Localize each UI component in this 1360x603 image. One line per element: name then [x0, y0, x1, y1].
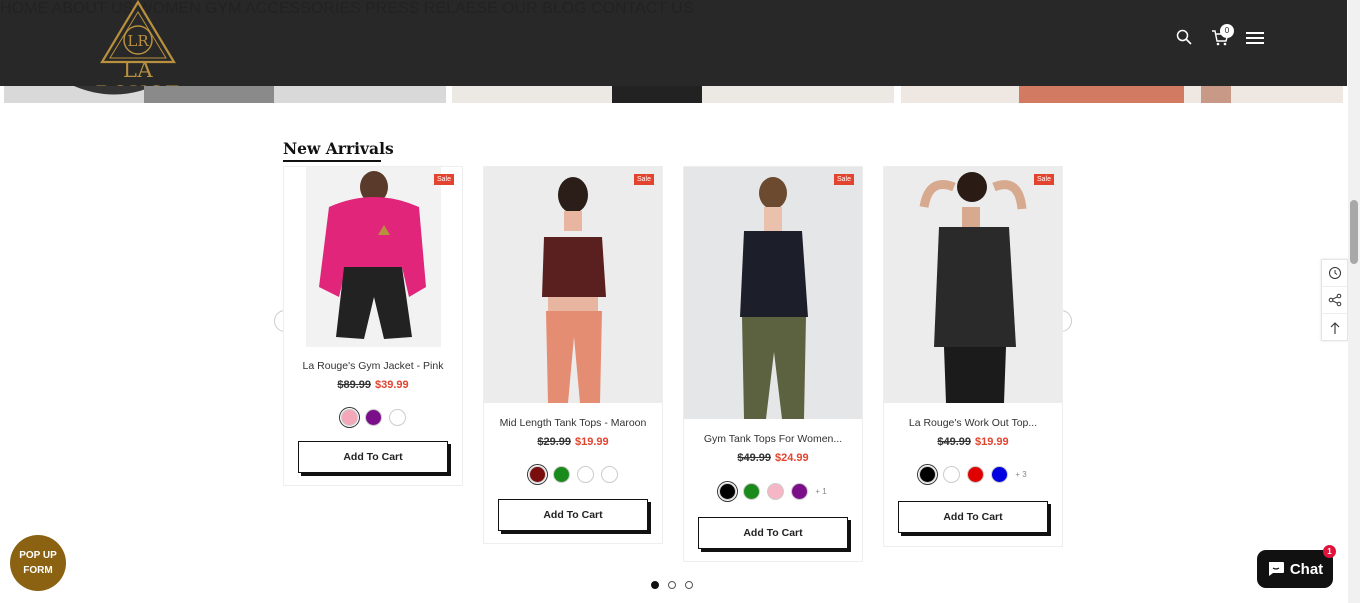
- popup-form-label: POP UP FORM: [19, 550, 57, 576]
- nav-gym-accessories[interactable]: GYM ACCESSORIES: [205, 0, 361, 17]
- old-price: $49.99: [737, 452, 771, 464]
- add-to-cart-button[interactable]: Add To Cart: [298, 441, 448, 473]
- product-image[interactable]: [884, 167, 1062, 403]
- history-icon: [1328, 267, 1341, 279]
- nav-contact-us[interactable]: CONTACT US: [591, 0, 694, 17]
- product-card[interactable]: Sale Gym Tank Tops For Women... $49.99 $2…: [683, 166, 863, 562]
- menu-icon[interactable]: [1246, 31, 1264, 45]
- main-nav: HOME ABOUT US WOMEN GYM ACCESSORIES PRES…: [0, 0, 1347, 18]
- chat-label: Chat: [1289, 560, 1324, 578]
- add-to-cart-button[interactable]: Add To Cart: [898, 501, 1048, 533]
- carousel-dot-3[interactable]: [685, 581, 693, 589]
- swatch-pink[interactable]: [340, 409, 358, 426]
- chat-notification-badge: 1: [1323, 545, 1336, 558]
- side-toolbar: [1321, 259, 1348, 341]
- carousel-dots: [651, 581, 693, 589]
- color-swatches: [484, 466, 662, 483]
- product-price: $89.99 $39.99: [284, 379, 462, 391]
- swatch-white-2[interactable]: [600, 466, 618, 483]
- more-colors-count[interactable]: + 3: [1015, 470, 1026, 479]
- add-to-cart-button[interactable]: Add To Cart: [498, 499, 648, 531]
- add-to-cart-button[interactable]: Add To Cart: [698, 517, 848, 549]
- recently-viewed-button[interactable]: [1322, 260, 1347, 287]
- chat-bubble-icon: [1268, 562, 1284, 576]
- title-underline: [283, 160, 381, 162]
- swatch-maroon[interactable]: [528, 466, 546, 483]
- nav-our-blog[interactable]: OUR BLOG: [502, 0, 586, 17]
- swatch-blue[interactable]: [991, 466, 1009, 483]
- product-name[interactable]: La Rouge's Gym Jacket - Pink: [284, 360, 462, 372]
- nav-press-release[interactable]: PRESS RELAESE: [365, 0, 498, 17]
- sale-price: $19.99: [575, 436, 609, 448]
- popup-form-button[interactable]: POP UP FORM: [10, 535, 66, 591]
- swatch-purple[interactable]: [791, 483, 809, 500]
- product-image[interactable]: [284, 167, 462, 347]
- banner-image-2[interactable]: [452, 86, 894, 103]
- swatch-pink[interactable]: [767, 483, 785, 500]
- old-price: $89.99: [337, 379, 371, 391]
- sale-badge: Sale: [1033, 174, 1054, 185]
- banner-image-3[interactable]: [901, 86, 1343, 103]
- share-icon: [1328, 293, 1341, 307]
- product-card[interactable]: Sale La Rouge's Work Out Top... $49.99 $1…: [883, 166, 1063, 547]
- sale-badge: Sale: [833, 174, 854, 185]
- page-scrollbar[interactable]: [1348, 0, 1360, 603]
- product-card[interactable]: Sale Mid Length Tank Tops - Maroon $29.9…: [483, 166, 663, 544]
- sale-badge: Sale: [633, 174, 654, 185]
- old-price: $29.99: [537, 436, 571, 448]
- swatch-green[interactable]: [743, 483, 761, 500]
- product-name[interactable]: Mid Length Tank Tops - Maroon: [484, 417, 662, 429]
- section-title: New Arrivals: [283, 139, 394, 158]
- swatch-black[interactable]: [719, 483, 737, 500]
- sale-price: $24.99: [775, 452, 809, 464]
- product-name[interactable]: La Rouge's Work Out Top...: [884, 417, 1062, 429]
- share-button[interactable]: [1322, 287, 1347, 314]
- color-swatches: + 1: [684, 483, 862, 500]
- site-header: LR LA ROUGE HOME ABOUT US WOMEN GYM ACCE…: [0, 0, 1347, 106]
- cart-count-badge: 0: [1220, 24, 1234, 38]
- carousel-dot-1[interactable]: [651, 581, 659, 589]
- more-colors-count[interactable]: + 1: [815, 487, 826, 496]
- product-image[interactable]: [684, 167, 862, 419]
- nav-home[interactable]: HOME: [0, 0, 48, 17]
- product-price: $29.99 $19.99: [484, 436, 662, 448]
- product-price: $49.99 $24.99: [684, 452, 862, 464]
- swatch-purple[interactable]: [364, 409, 382, 426]
- old-price: $49.99: [937, 436, 971, 448]
- swatch-black[interactable]: [919, 466, 937, 483]
- swatch-white[interactable]: [576, 466, 594, 483]
- back-to-top-button[interactable]: [1322, 314, 1347, 341]
- product-card[interactable]: Sale La Rouge's Gym Jacket - Pink $89.99…: [283, 166, 463, 486]
- product-name[interactable]: Gym Tank Tops For Women...: [684, 433, 862, 445]
- arrow-up-icon: [1330, 321, 1339, 334]
- logo-monogram: LR: [127, 32, 149, 50]
- product-image[interactable]: [484, 167, 662, 403]
- sale-price: $19.99: [975, 436, 1009, 448]
- carousel-dot-2[interactable]: [668, 581, 676, 589]
- sale-price: $39.99: [375, 379, 409, 391]
- color-swatches: [284, 409, 462, 426]
- swatch-white[interactable]: [388, 409, 406, 426]
- scrollbar-thumb[interactable]: [1350, 200, 1358, 264]
- search-icon[interactable]: [1176, 29, 1192, 45]
- swatch-red[interactable]: [967, 466, 985, 483]
- color-swatches: + 3: [884, 466, 1062, 483]
- chat-button[interactable]: Chat: [1257, 550, 1333, 588]
- swatch-green[interactable]: [552, 466, 570, 483]
- banner-image-1[interactable]: [4, 86, 446, 103]
- swatch-white[interactable]: [943, 466, 961, 483]
- product-price: $49.99 $19.99: [884, 436, 1062, 448]
- sale-badge: Sale: [433, 174, 454, 185]
